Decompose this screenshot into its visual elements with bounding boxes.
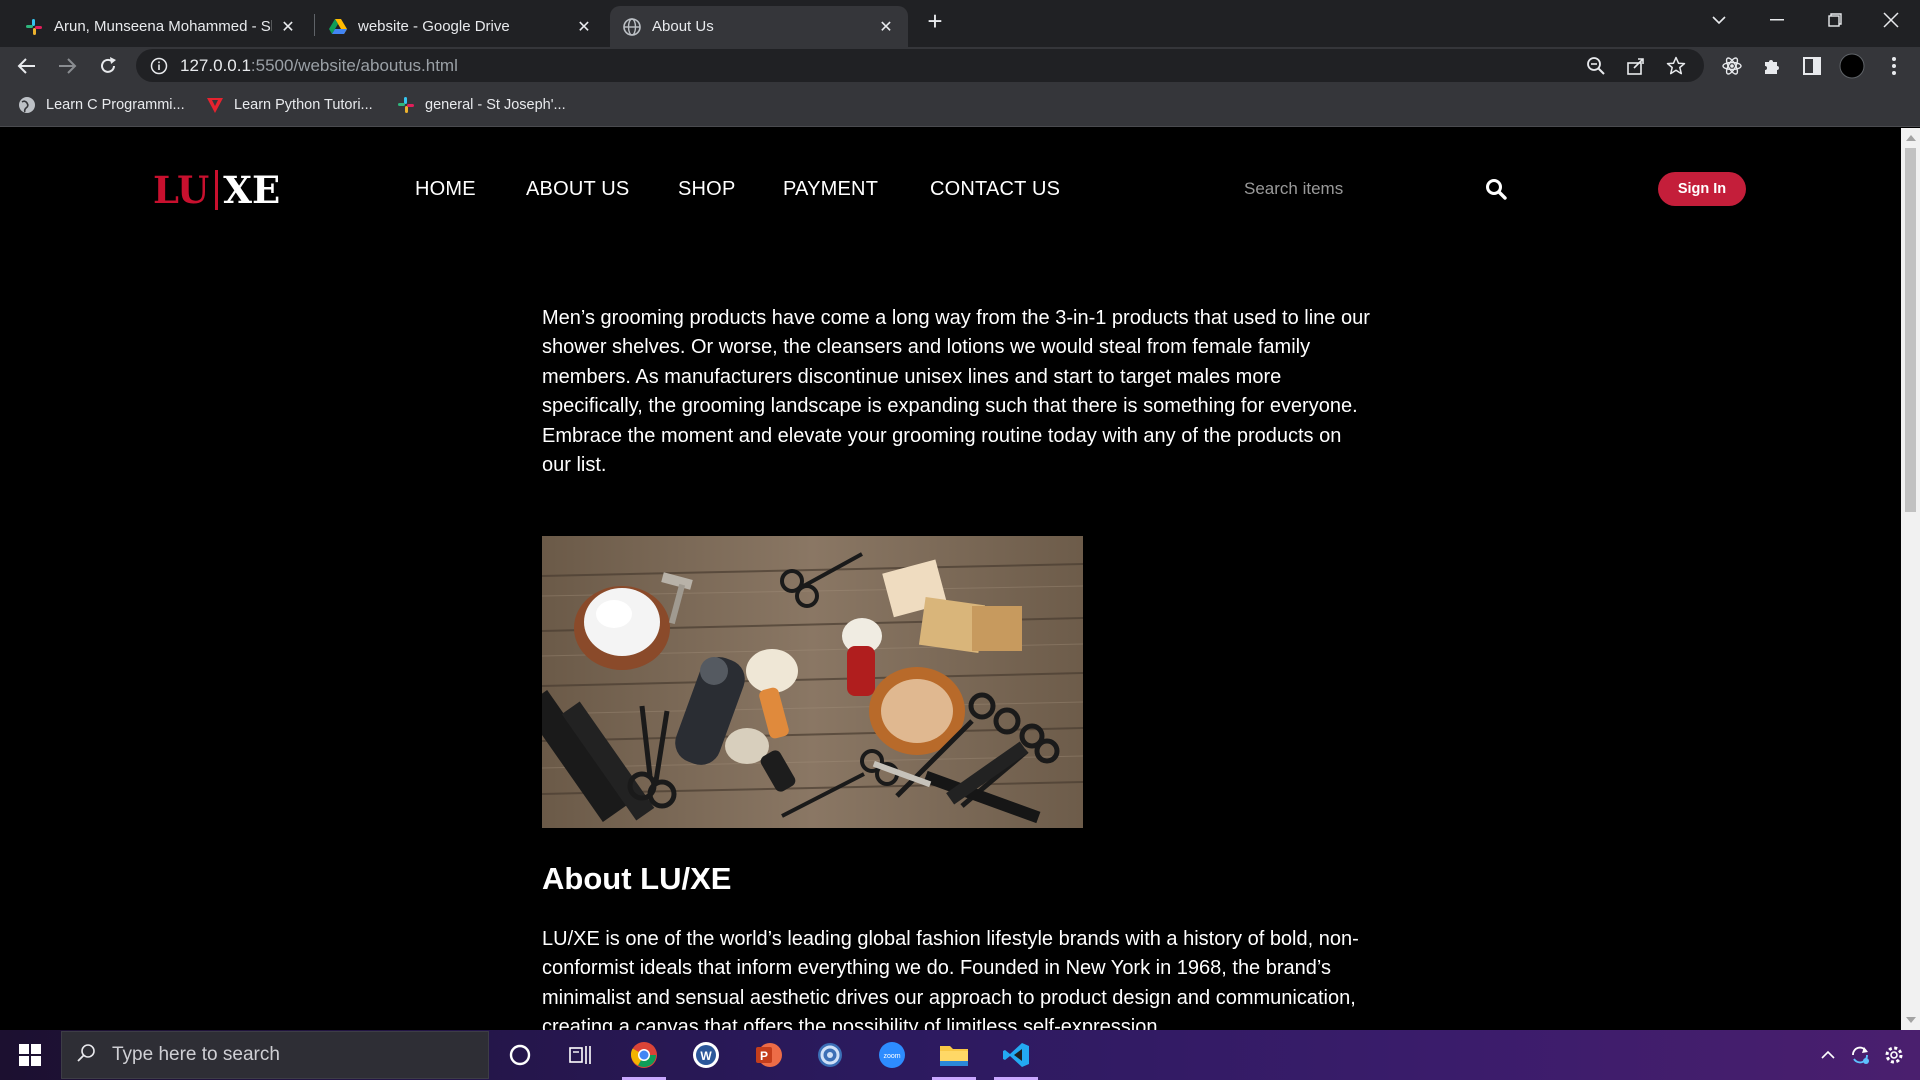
tab-google-drive[interactable]: website - Google Drive ✕	[316, 6, 606, 47]
tab-label: Arun, Munseena Mohammed - Sl	[54, 18, 272, 35]
bookmark-label: Learn Python Tutori...	[234, 97, 373, 113]
zoom-icon[interactable]	[1586, 49, 1606, 82]
google-drive-icon	[328, 17, 348, 37]
bookmark-label: general - St Joseph'...	[425, 97, 566, 113]
url-path: :5500/website/aboutus.html	[250, 55, 458, 75]
close-tab-icon[interactable]: ✕	[876, 17, 896, 37]
tab-search-chevron-icon[interactable]	[1690, 0, 1748, 40]
nav-contact-us[interactable]: CONTACT US	[930, 178, 1060, 201]
gear-icon[interactable]	[1880, 1030, 1908, 1080]
tab-label: About Us	[652, 18, 714, 35]
bookmark-learn-python[interactable]: Learn Python Tutori...	[206, 94, 373, 116]
scrollbar-thumb[interactable]	[1905, 148, 1916, 512]
file-explorer-taskbar-icon[interactable]	[926, 1030, 982, 1080]
forward-button[interactable]	[52, 51, 82, 81]
zoom-taskbar-icon[interactable]: zoom	[864, 1030, 920, 1080]
logo-xe: XE	[223, 168, 281, 212]
globe-icon	[18, 96, 36, 114]
svg-text:zoom: zoom	[883, 1053, 900, 1060]
page-viewport: LU XE HOME ABOUT US SHOP PAYMENT CONTACT…	[0, 128, 1901, 1030]
bookmark-general[interactable]: general - St Joseph'...	[397, 94, 566, 116]
slack-icon	[397, 96, 415, 114]
globe-icon	[622, 17, 642, 37]
scroll-up-arrow-icon[interactable]	[1906, 135, 1916, 141]
extension-react-icon[interactable]	[1718, 52, 1746, 80]
browser-menu-icon[interactable]	[1880, 52, 1908, 80]
side-panel-icon[interactable]	[1798, 52, 1826, 80]
nav-about-us[interactable]: ABOUT US	[526, 178, 629, 201]
tab-label: website - Google Drive	[358, 18, 510, 35]
svg-text:P: P	[760, 1049, 768, 1063]
minimize-button[interactable]	[1748, 0, 1806, 40]
task-view-icon[interactable]	[552, 1030, 608, 1080]
bookmarks-bar: Learn C Programmi... Learn Python Tutori…	[0, 84, 1920, 127]
logo-divider	[215, 170, 219, 210]
logo-lu: LU	[153, 168, 210, 212]
url-host: 127.0.0.1	[180, 55, 251, 75]
new-tab-button[interactable]: +	[921, 8, 949, 36]
taskbar-search-box[interactable]: Type here to search	[61, 1031, 489, 1079]
about-heading: About LU/XE	[542, 861, 732, 896]
cortana-icon[interactable]	[492, 1030, 548, 1080]
vlogo-icon	[206, 96, 224, 114]
about-paragraph: LU/XE is one of the world’s leading glob…	[542, 928, 1359, 1030]
browser-toolbar: 127.0.0.1:5500/website/aboutus.html	[0, 47, 1920, 84]
close-tab-icon[interactable]: ✕	[574, 17, 594, 37]
share-icon[interactable]	[1626, 49, 1646, 82]
show-hidden-icons-chevron-icon[interactable]	[1814, 1030, 1842, 1080]
powerpoint-taskbar-icon[interactable]: P	[740, 1030, 796, 1080]
site-search	[1236, 172, 1516, 206]
settings-taskbar-icon[interactable]	[802, 1030, 858, 1080]
address-bar[interactable]: 127.0.0.1:5500/website/aboutus.html	[136, 49, 1704, 82]
back-button[interactable]	[12, 51, 42, 81]
close-window-button[interactable]	[1862, 0, 1920, 40]
browser-tab-bar: Arun, Munseena Mohammed - Sl ✕ website -…	[0, 0, 1920, 47]
extensions-puzzle-icon[interactable]	[1758, 52, 1786, 80]
bookmark-label: Learn C Programmi...	[46, 97, 185, 113]
grooming-products-image	[542, 536, 1083, 828]
tab-about-us[interactable]: About Us ✕	[610, 6, 908, 47]
slack-icon	[24, 17, 44, 37]
sync-icon[interactable]	[1846, 1030, 1874, 1080]
site-logo[interactable]: LU XE	[153, 168, 280, 212]
vscode-taskbar-icon[interactable]	[988, 1030, 1044, 1080]
tab-slack[interactable]: Arun, Munseena Mohammed - Sl ✕	[12, 6, 310, 47]
svg-text:W: W	[700, 1049, 712, 1063]
nav-payment[interactable]: PAYMENT	[783, 178, 878, 201]
site-info-icon[interactable]	[150, 57, 168, 75]
search-icon[interactable]	[1485, 178, 1509, 202]
page-scrollbar[interactable]	[1901, 128, 1920, 1030]
close-tab-icon[interactable]: ✕	[278, 17, 298, 37]
search-input[interactable]	[1236, 172, 1476, 206]
word-taskbar-icon[interactable]: W	[678, 1030, 734, 1080]
scroll-down-arrow-icon[interactable]	[1906, 1017, 1916, 1023]
sign-in-button[interactable]: Sign In	[1658, 172, 1746, 206]
restore-button[interactable]	[1806, 0, 1864, 40]
search-icon	[76, 1043, 96, 1068]
nav-home[interactable]: HOME	[415, 178, 476, 201]
bookmark-star-icon[interactable]	[1666, 49, 1686, 82]
windows-start-button[interactable]	[0, 1030, 60, 1080]
bookmark-learn-c[interactable]: Learn C Programmi...	[18, 94, 185, 116]
reload-button[interactable]	[93, 51, 123, 81]
profile-avatar[interactable]	[1838, 52, 1866, 80]
tab-divider	[314, 14, 315, 36]
intro-paragraph: Men’s grooming products have come a long…	[542, 307, 1370, 477]
taskbar-search-placeholder: Type here to search	[112, 1044, 280, 1065]
chrome-taskbar-icon[interactable]	[616, 1030, 672, 1080]
nav-shop[interactable]: SHOP	[678, 178, 735, 201]
windows-taskbar: Type here to search W P zoom	[0, 1030, 1920, 1080]
